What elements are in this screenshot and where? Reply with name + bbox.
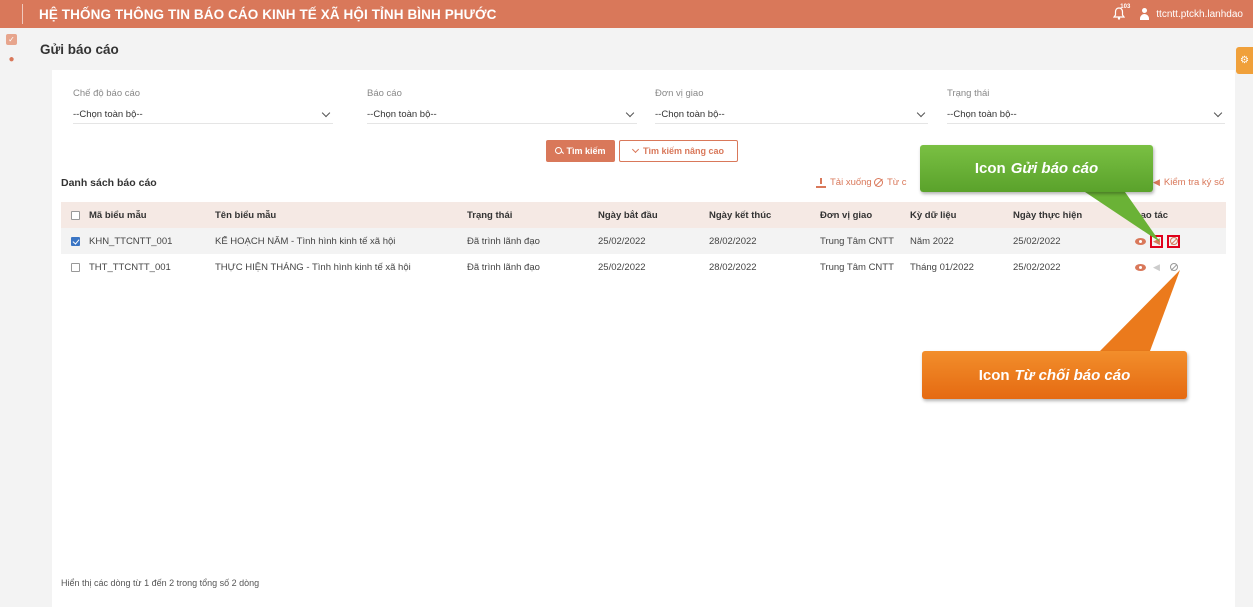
- row-actions: ◀: [1129, 234, 1226, 248]
- chevron-down-icon: [916, 108, 926, 117]
- cell-unit: Trung Tâm CNTT: [820, 235, 894, 247]
- gear-icon[interactable]: ⚙: [1236, 47, 1253, 74]
- filter-label: Báo cáo: [367, 88, 402, 99]
- report-mode-select[interactable]: --Chọn toàn bộ--: [73, 106, 333, 124]
- cell-code: KHN_TTCNTT_001: [89, 235, 173, 247]
- search-icon: [555, 147, 563, 155]
- row-checkbox[interactable]: [71, 262, 80, 272]
- pagination-info: Hiển thị các dòng từ 1 đến 2 trong tổng …: [61, 578, 260, 588]
- table-row[interactable]: THT_TTCNTT_001 THỰC HIỆN THÁNG - Tình hì…: [61, 254, 1226, 280]
- column-header[interactable]: Đơn vị giao: [820, 210, 910, 221]
- user-icon: [1139, 8, 1150, 20]
- ban-symbol: [1169, 237, 1178, 245]
- table-header: Mã biểu mẫu Tên biểu mẫu Trạng thái Ngày…: [61, 202, 1226, 228]
- chevron-down-icon: [631, 145, 640, 154]
- eye-icon[interactable]: [1135, 237, 1146, 245]
- filter-label: Chế độ báo cáo: [73, 88, 141, 99]
- cell-done: 25/02/2022: [1013, 235, 1061, 247]
- send-icon[interactable]: ◀: [1150, 234, 1163, 248]
- user-menu[interactable]: ttcntt.ptckh.lanhdao: [1139, 8, 1243, 20]
- filter-report: Báo cáo --Chọn toàn bộ--: [367, 88, 637, 124]
- cell-name: KẾ HOẠCH NĂM - Tình hình kinh tế xã hội: [215, 235, 396, 247]
- row-checkbox[interactable]: [71, 236, 80, 246]
- chevron-down-icon: [625, 108, 635, 117]
- status-select[interactable]: --Chọn toàn bộ--: [947, 106, 1225, 124]
- table-row[interactable]: KHN_TTCNTT_001 KẾ HOẠCH NĂM - Tình hình …: [61, 228, 1226, 254]
- select-all-checkbox[interactable]: [71, 210, 80, 220]
- column-header[interactable]: Mã biểu mẫu: [89, 210, 215, 221]
- cell-start: 25/02/2022: [598, 235, 646, 247]
- cell-end: 28/02/2022: [709, 261, 757, 273]
- notification-badge: 103: [1120, 4, 1131, 10]
- send-icon: ◀: [1153, 177, 1160, 187]
- filter-label: Đơn vị giao: [655, 88, 704, 99]
- top-bar-right: 103 ttcntt.ptckh.lanhdao: [1113, 0, 1243, 28]
- cell-period: Tháng 01/2022: [910, 261, 974, 273]
- ban-icon[interactable]: [1167, 261, 1180, 274]
- report-table: Mã biểu mẫu Tên biểu mẫu Trạng thái Ngày…: [61, 202, 1226, 280]
- report-icon[interactable]: ✓: [6, 34, 17, 45]
- column-header[interactable]: Ngày kết thúc: [709, 210, 820, 221]
- top-bar: HỆ THỐNG THÔNG TIN BÁO CÁO KINH TẾ XÃ HỘ…: [0, 0, 1253, 28]
- cell-unit: Trung Tâm CNTT: [820, 261, 894, 273]
- column-header[interactable]: Ngày thực hiện: [1013, 210, 1129, 221]
- cell-period: Năm 2022: [910, 235, 954, 247]
- chevron-down-icon: [1213, 108, 1223, 117]
- cell-name: THỰC HIỆN THÁNG - Tình hình kinh tế xã h…: [215, 261, 411, 273]
- cell-start: 25/02/2022: [598, 261, 646, 273]
- send-report-callout: Icon Gửi báo cáo: [920, 145, 1153, 192]
- eye-icon[interactable]: [1135, 263, 1146, 271]
- report-select[interactable]: --Chọn toàn bộ--: [367, 106, 637, 124]
- username: ttcntt.ptckh.lanhdao: [1156, 8, 1243, 20]
- download-link[interactable]: Tải xuống: [816, 177, 872, 188]
- ban-icon[interactable]: [1167, 234, 1180, 248]
- cell-end: 28/02/2022: [709, 235, 757, 247]
- column-header[interactable]: Ngày bắt đầu: [598, 210, 709, 221]
- column-header[interactable]: Tên biểu mẫu: [215, 210, 467, 221]
- ban-symbol: [1169, 263, 1178, 271]
- app-title: HỆ THỐNG THÔNG TIN BÁO CÁO KINH TẾ XÃ HỘ…: [39, 6, 497, 22]
- filter-unit: Đơn vị giao --Chọn toàn bộ--: [655, 88, 928, 124]
- left-sidebar: ✓ ●: [0, 28, 24, 607]
- check-signature-link[interactable]: ◀ Kiểm tra ký số: [1153, 177, 1224, 188]
- column-header: Thao tác: [1129, 209, 1169, 221]
- unit-select[interactable]: --Chọn toàn bộ--: [655, 106, 928, 124]
- bell-icon[interactable]: 103: [1113, 4, 1131, 21]
- search-button[interactable]: Tìm kiếm: [546, 140, 615, 162]
- page-title: Gửi báo cáo: [40, 42, 119, 57]
- cell-code: THT_TTCNTT_001: [89, 261, 171, 273]
- cell-done: 25/02/2022: [1013, 261, 1061, 273]
- palette-icon[interactable]: ●: [6, 54, 17, 65]
- column-header[interactable]: Trạng thái: [467, 210, 598, 221]
- download-icon: [816, 177, 826, 188]
- filter-label: Trạng thái: [947, 88, 990, 99]
- filter-report-mode: Chế độ báo cáo --Chọn toàn bộ--: [73, 88, 333, 124]
- reject-link[interactable]: Từ c: [874, 177, 907, 188]
- reject-report-callout: Icon Từ chối báo cáo: [922, 351, 1187, 399]
- filter-status: Trạng thái --Chọn toàn bộ--: [947, 88, 1225, 124]
- logo-icon[interactable]: [3, 4, 23, 24]
- advanced-search-button[interactable]: Tìm kiếm nâng cao: [619, 140, 738, 162]
- cell-status: Đã trình lãnh đạo: [467, 235, 540, 247]
- cell-status: Đã trình lãnh đạo: [467, 261, 540, 273]
- column-header[interactable]: Kỳ dữ liệu: [910, 210, 1013, 221]
- row-actions: ◀: [1129, 261, 1226, 274]
- send-icon[interactable]: ◀: [1150, 261, 1163, 274]
- chevron-down-icon: [321, 108, 331, 117]
- list-title: Danh sách báo cáo: [61, 177, 157, 189]
- ban-icon: [874, 178, 883, 187]
